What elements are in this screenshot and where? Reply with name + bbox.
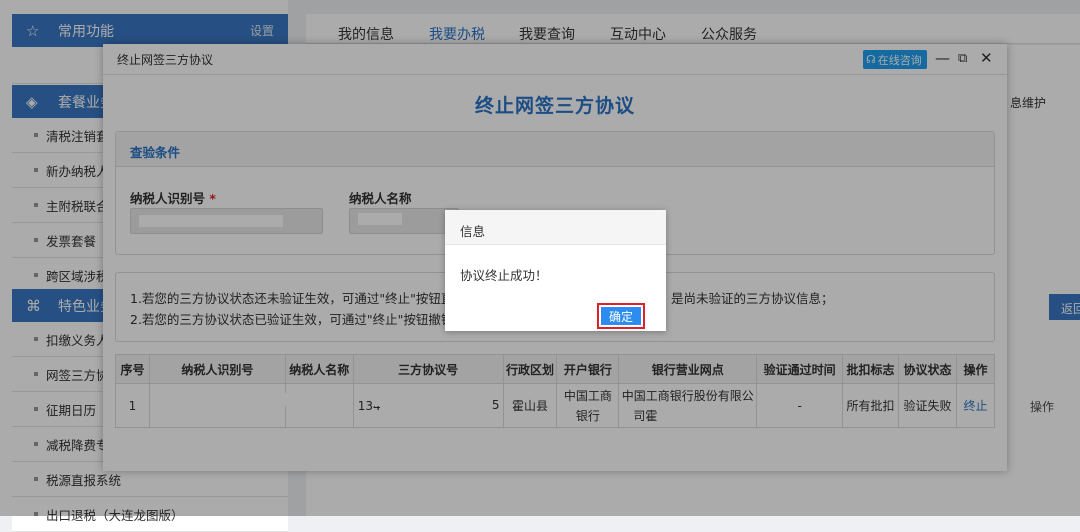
confirm-button[interactable]: 确定 bbox=[597, 303, 645, 329]
dialog-title: 信息 bbox=[445, 210, 666, 245]
background-operation-text: 操作 bbox=[1030, 400, 1055, 414]
confirm-button-label: 确定 bbox=[601, 307, 641, 325]
info-dialog: 信息 协议终止成功！ 确定 bbox=[445, 210, 666, 331]
dialog-message: 协议终止成功！ bbox=[460, 268, 548, 283]
